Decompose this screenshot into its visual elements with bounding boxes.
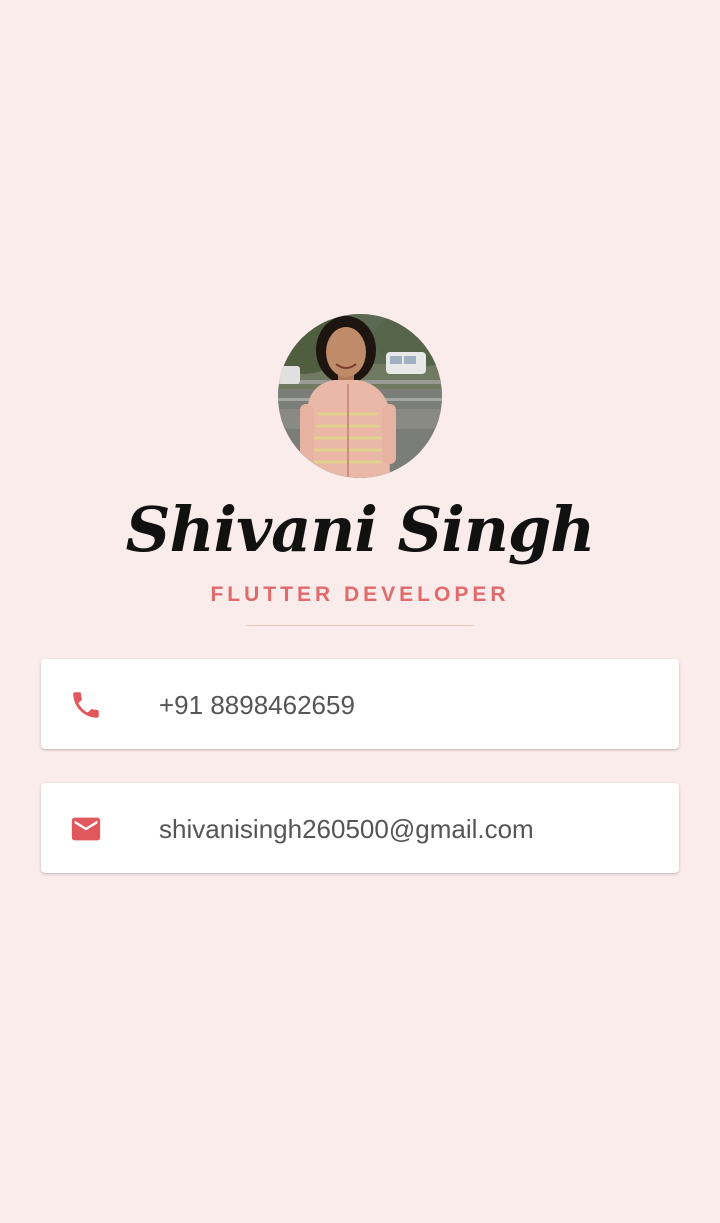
avatar	[278, 314, 442, 478]
email-card[interactable]: shivanisingh260500@gmail.com	[41, 783, 679, 873]
business-card-screen: Shivani Singh FLUTTER DEVELOPER +91 8898…	[0, 0, 720, 1223]
email-address[interactable]: shivanisingh260500@gmail.com	[159, 783, 534, 873]
divider	[246, 625, 474, 626]
phone-number[interactable]: +91 8898462659	[159, 659, 355, 749]
profile-title: FLUTTER DEVELOPER	[210, 583, 510, 606]
phone-card[interactable]: +91 8898462659	[41, 659, 679, 749]
profile-photo	[278, 314, 442, 478]
profile-name: Shivani Singh	[125, 493, 596, 566]
phone-icon	[73, 692, 99, 718]
mail-icon	[71, 817, 101, 841]
